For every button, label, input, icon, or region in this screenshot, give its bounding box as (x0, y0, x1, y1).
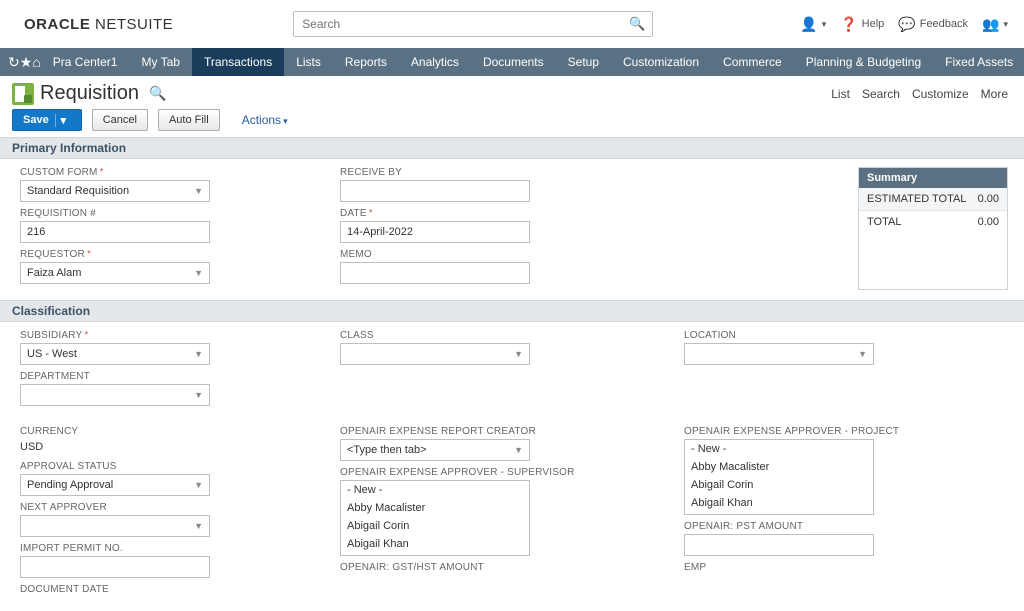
oa-creator-label: OPENAIR EXPENSE REPORT CREATOR (340, 426, 664, 437)
emp-label: EMP (684, 562, 1008, 573)
nav-item-6[interactable]: Documents (471, 48, 556, 76)
list-item[interactable]: - New - (685, 440, 873, 458)
section-classification: Classification (0, 300, 1024, 322)
nav-item-2[interactable]: Transactions (192, 48, 284, 76)
list-item[interactable]: Abigail Corin (685, 476, 873, 494)
list-item[interactable]: Abigail Khan (685, 494, 873, 512)
role-switcher[interactable]: 👤▾ (800, 16, 826, 33)
recent-records-icon[interactable]: ↻ (8, 48, 20, 76)
custom-form-select[interactable]: Standard Requisition▼ (20, 180, 210, 202)
chevron-down-icon: ▼ (514, 349, 523, 359)
custom-form-label: CUSTOM FORM* (20, 167, 320, 178)
page-title: Requisition (40, 82, 139, 105)
date-label: DATE* (340, 208, 818, 219)
list-item[interactable]: Abby Macalister (685, 458, 873, 476)
currency-value: USD (20, 439, 320, 455)
next-approver-select[interactable]: ▼ (20, 515, 210, 537)
requestor-select[interactable]: Faiza Alam▼ (20, 262, 210, 284)
summary-row-total: TOTAL0.00 (859, 211, 1007, 233)
nav-item-8[interactable]: Customization (611, 48, 711, 76)
memo-input[interactable] (340, 262, 530, 284)
date-input[interactable] (340, 221, 530, 243)
home-icon[interactable]: ⌂ (32, 48, 40, 76)
oa-project-label: OPENAIR EXPENSE APPROVER - PROJECT (684, 426, 1008, 437)
global-search-input[interactable] (293, 11, 653, 37)
requisition-no-input[interactable] (20, 221, 210, 243)
oa-pst-label: OPENAIR: PST AMOUNT (684, 521, 1008, 532)
chevron-down-icon: ▼ (194, 186, 203, 196)
location-label: LOCATION (684, 330, 1008, 341)
chevron-down-icon: ▼ (194, 268, 203, 278)
favorites-icon[interactable]: ★ (20, 48, 33, 76)
class-select[interactable]: ▼ (340, 343, 530, 365)
oa-gst-label: OPENAIR: GST/HST AMOUNT (340, 562, 664, 573)
nav-item-5[interactable]: Analytics (399, 48, 471, 76)
head-link-search[interactable]: Search (862, 87, 900, 101)
oa-pst-input[interactable] (684, 534, 874, 556)
subsidiary-select[interactable]: US - West▼ (20, 343, 210, 365)
class-label: CLASS (340, 330, 664, 341)
document-date-label: DOCUMENT DATE (20, 584, 320, 595)
user-menu[interactable]: 👥▾ (982, 16, 1008, 33)
chevron-down-icon: ▼ (514, 445, 523, 455)
nav-item-3[interactable]: Lists (284, 48, 333, 76)
section-primary-info: Primary Information (0, 137, 1024, 159)
nav-item-10[interactable]: Planning & Budgeting (794, 48, 933, 76)
head-link-list[interactable]: List (831, 87, 850, 101)
head-link-more[interactable]: More (981, 87, 1008, 101)
receive-by-input[interactable] (340, 180, 530, 202)
location-select[interactable]: ▼ (684, 343, 874, 365)
summary-row-estimated: ESTIMATED TOTAL0.00 (859, 188, 1007, 211)
currency-label: CURRENCY (20, 426, 320, 437)
list-item[interactable]: Abigail Khan (341, 535, 529, 553)
list-item[interactable]: Abby Macalister (341, 499, 529, 517)
next-approver-label: NEXT APPROVER (20, 502, 320, 513)
oa-project-listbox[interactable]: - New - Abby Macalister Abigail Corin Ab… (684, 439, 874, 515)
list-item[interactable]: - New - (341, 481, 529, 499)
nav-item-4[interactable]: Reports (333, 48, 399, 76)
cancel-button[interactable]: Cancel (92, 109, 148, 131)
brand-logo: ORACLE NETSUITE (24, 16, 173, 33)
chevron-down-icon: ▼ (858, 349, 867, 359)
chevron-down-icon: ▼ (194, 521, 203, 531)
actions-menu[interactable]: Actions▾ (242, 113, 288, 127)
subsidiary-label: SUBSIDIARY* (20, 330, 320, 341)
requestor-label: REQUESTOR* (20, 249, 320, 260)
memo-label: MEMO (340, 249, 818, 260)
approval-status-select[interactable]: Pending Approval▼ (20, 474, 210, 496)
department-select[interactable]: ▼ (20, 384, 210, 406)
chevron-down-icon: ▼ (194, 349, 203, 359)
receive-by-label: RECEIVE BY (340, 167, 818, 178)
oa-creator-select[interactable]: <Type then tab>▼ (340, 439, 530, 461)
approval-status-label: APPROVAL STATUS (20, 461, 320, 472)
nav-item-11[interactable]: Fixed Assets (933, 48, 1024, 76)
page-search-icon[interactable]: 🔍 (149, 85, 166, 102)
oa-supervisor-label: OPENAIR EXPENSE APPROVER - SUPERVISOR (340, 467, 664, 478)
nav-item-7[interactable]: Setup (556, 48, 611, 76)
summary-box: Summary ESTIMATED TOTAL0.00 TOTAL0.00 (858, 167, 1008, 290)
help-link[interactable]: ❓Help (840, 16, 884, 33)
auto-fill-button[interactable]: Auto Fill (158, 109, 220, 131)
feedback-link[interactable]: 💬Feedback (898, 16, 968, 33)
nav-item-9[interactable]: Commerce (711, 48, 794, 76)
summary-title: Summary (859, 168, 1007, 188)
chevron-down-icon: ▼ (194, 390, 203, 400)
requisition-no-label: REQUISITION # (20, 208, 320, 219)
save-button[interactable]: Save▾ (12, 109, 82, 131)
save-dropdown-icon[interactable]: ▾ (55, 114, 71, 127)
record-type-icon (12, 83, 34, 105)
oa-supervisor-listbox[interactable]: - New - Abby Macalister Abigail Corin Ab… (340, 480, 530, 556)
search-icon[interactable]: 🔍 (629, 16, 645, 32)
nav-item-0[interactable]: Pra Center1 (41, 48, 130, 76)
chevron-down-icon: ▼ (194, 480, 203, 490)
main-nav: ↻ ★ ⌂ Pra Center1 My Tab Transactions Li… (0, 48, 1024, 76)
nav-item-1[interactable]: My Tab (129, 48, 191, 76)
import-permit-input[interactable] (20, 556, 210, 578)
department-label: DEPARTMENT (20, 371, 320, 382)
list-item[interactable]: Abigail Corin (341, 517, 529, 535)
head-link-customize[interactable]: Customize (912, 87, 969, 101)
import-permit-label: IMPORT PERMIT NO. (20, 543, 320, 554)
